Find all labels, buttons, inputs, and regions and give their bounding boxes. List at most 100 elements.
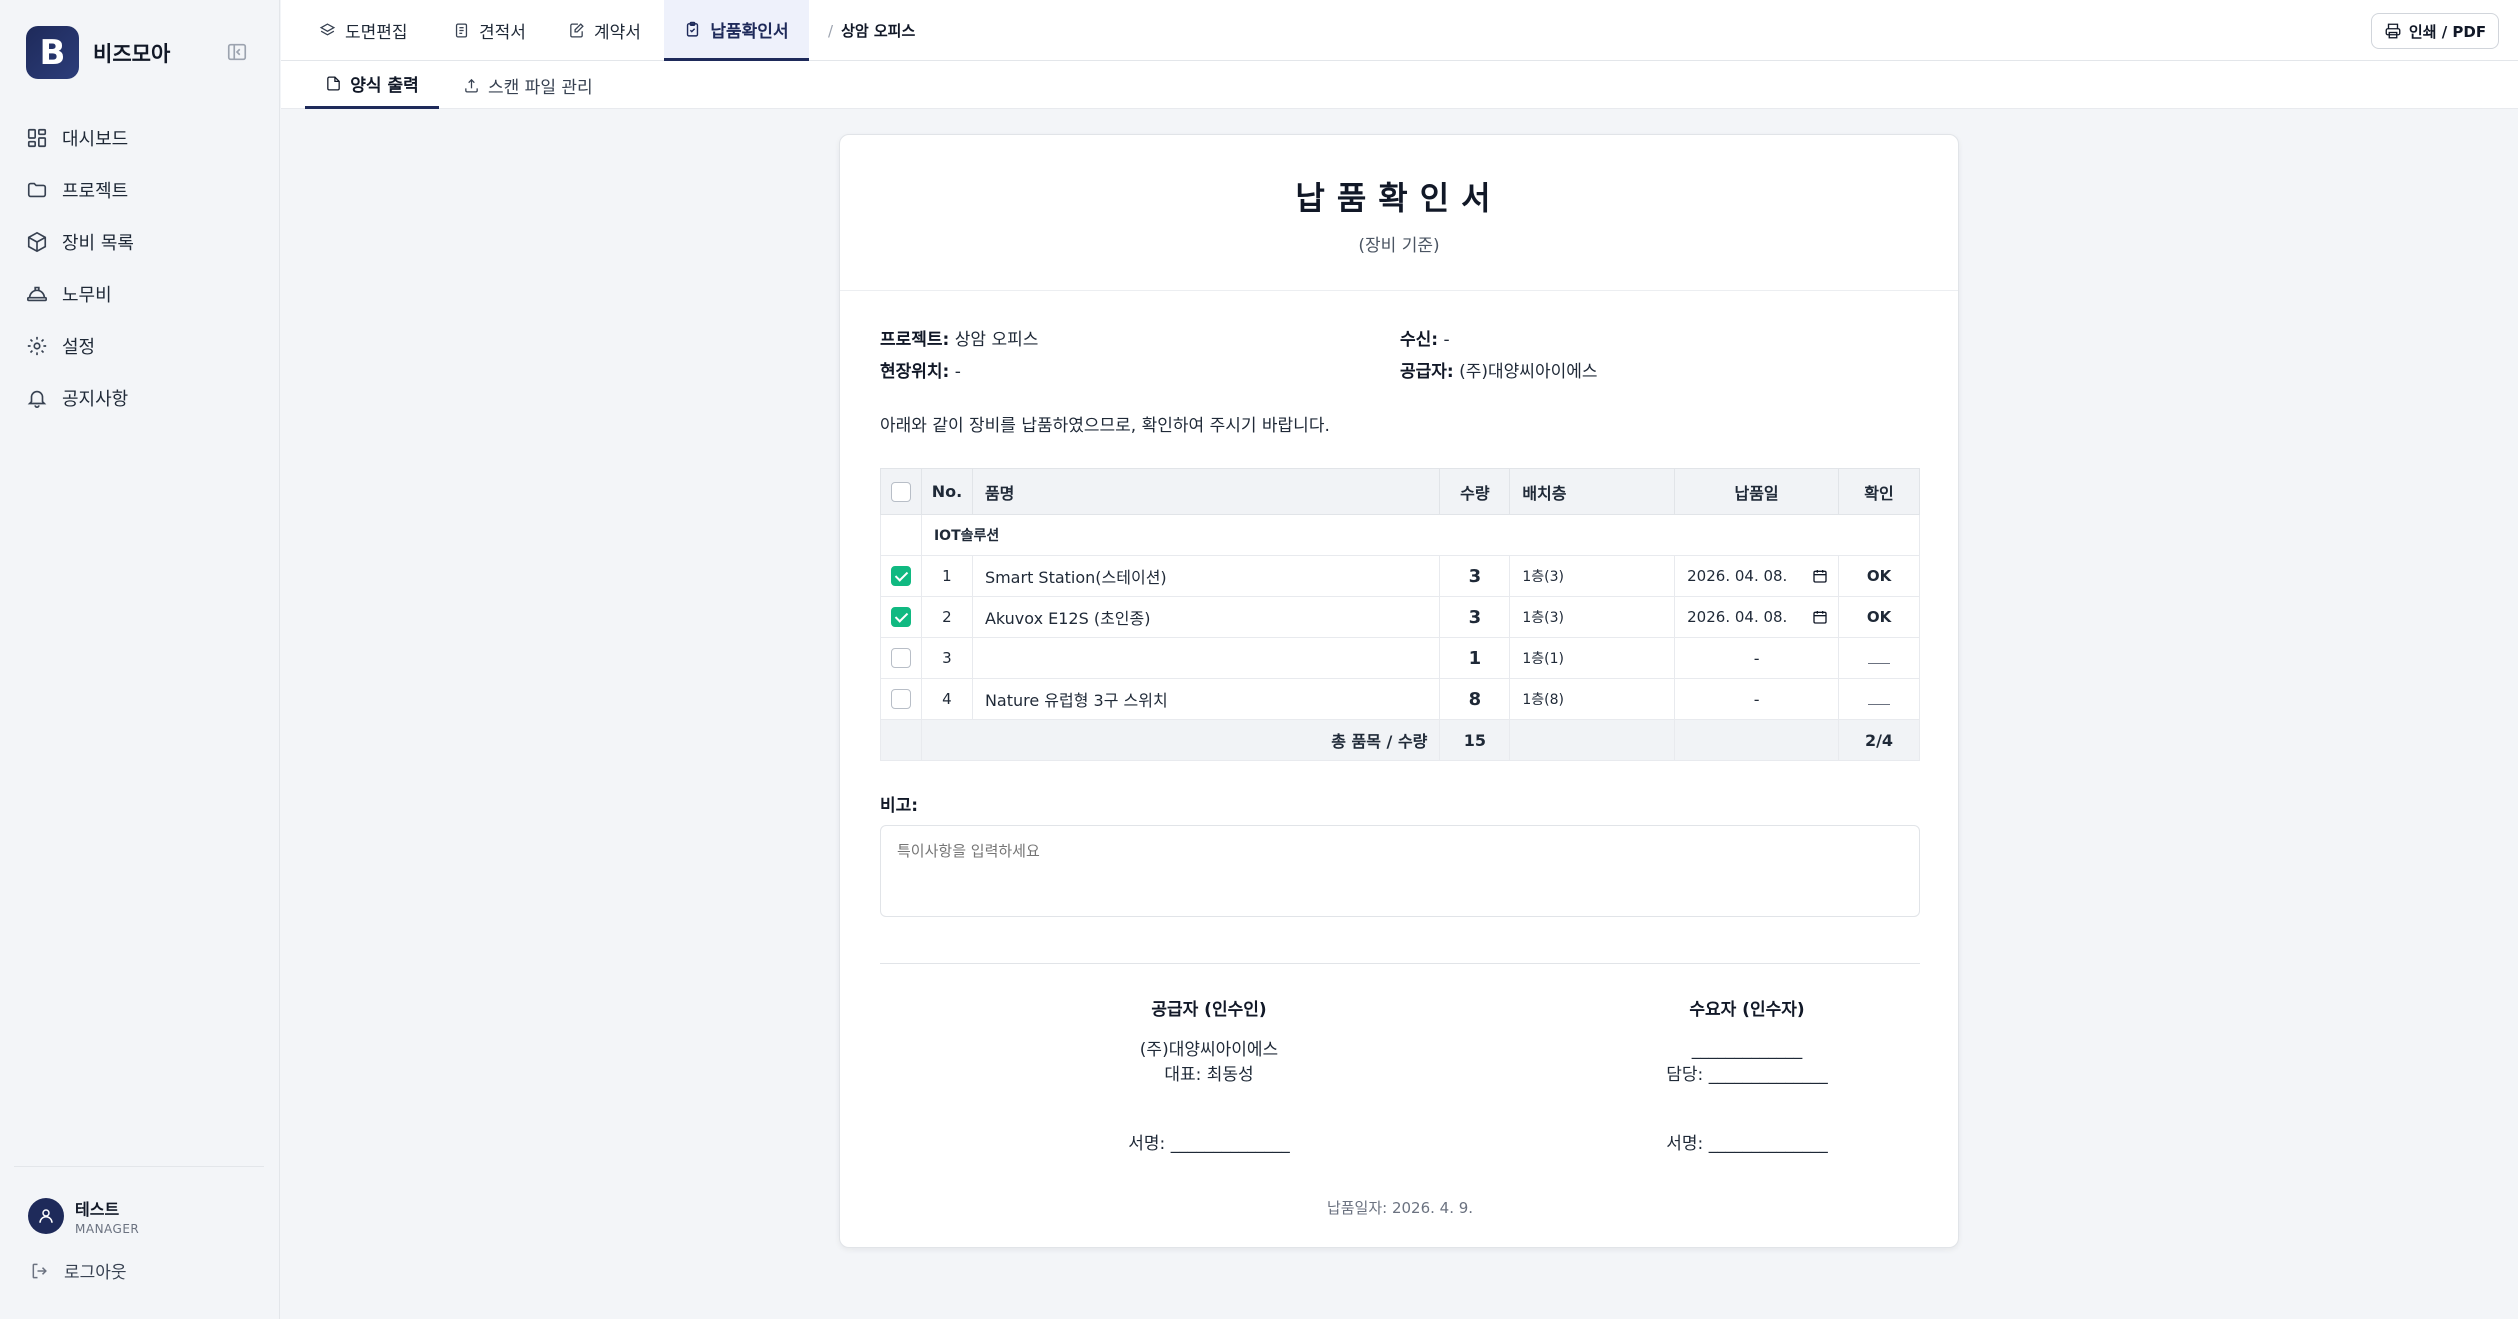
confirm-blank	[1868, 695, 1890, 705]
folder-icon	[27, 182, 47, 198]
sidebar-item-label: 공지사항	[62, 389, 129, 410]
row-name: Nature 유럽형 3구 스위치	[971, 678, 1441, 720]
buyer-rep: 담당: ______________	[1666, 1065, 1828, 1085]
brand[interactable]: B 비즈모아	[26, 26, 170, 79]
tab-label: 도면편집	[345, 23, 408, 43]
remark-label: 비고:	[880, 796, 919, 816]
row-no: 2	[920, 596, 973, 638]
bell-icon	[27, 390, 47, 408]
meta-supplier: 공급자: (주)대양씨아이에스	[1400, 361, 1598, 382]
row-confirm: OK	[1838, 555, 1920, 597]
sidebar-item-dashboard[interactable]: 대시보드	[26, 112, 266, 164]
divider	[880, 963, 1920, 964]
row-checkbox[interactable]	[890, 566, 911, 587]
group-row: IOT솔루션	[880, 514, 1921, 556]
sub-tab-bar: 양식 출력 스캔 파일 관리	[281, 61, 2518, 109]
meta-project: 프로젝트: 상암 오피스	[880, 329, 1039, 350]
table-row: 1 Smart Station(스테이션) 3 1층(3) 2026. 04. …	[880, 555, 1920, 597]
tab-contract[interactable]: 계약서	[568, 0, 641, 61]
print-pdf-button[interactable]: 인쇄 / PDF	[2371, 13, 2499, 49]
tab-delivery-confirmation[interactable]: 납품확인서	[664, 0, 809, 61]
table-row: 4 Nature 유럽형 3구 스위치 8 1층(8) -	[880, 678, 1920, 720]
user-text: 테스트 MANAGER	[75, 1196, 139, 1236]
supplier-signature-block: 공급자 (인수인) (주)대양씨아이에스 대표: 최동성 서명: _______…	[1009, 995, 1409, 1157]
remark-textarea[interactable]	[880, 825, 1920, 917]
buyer-signature-block: 수요자 (인수자) _____________ 담당: ____________…	[1547, 995, 1947, 1157]
sidebar-collapse-icon[interactable]	[226, 41, 248, 63]
calendar-icon[interactable]	[1812, 609, 1828, 625]
sidebar-item-settings[interactable]: 설정	[26, 320, 266, 372]
row-date-input[interactable]: 2026. 04. 08.	[1674, 596, 1840, 638]
sidebar-divider	[14, 1166, 264, 1167]
row-name: Akuvox E12S (초인종)	[971, 596, 1441, 638]
file-icon	[327, 76, 341, 91]
row-name: Smart Station(스테이션)	[971, 555, 1441, 597]
top-tab-bar: 도면편집 견적서 계약서 납품확인서 / 상암 오피스 인쇄 / PDF	[281, 0, 2518, 61]
tab-drawing-edit[interactable]: 도면편집	[319, 0, 408, 61]
box-icon	[27, 231, 47, 253]
header-confirm: 확인	[1838, 468, 1920, 515]
logout-button[interactable]: 로그아웃	[30, 1258, 127, 1283]
sidebar-item-label: 노무비	[62, 285, 112, 306]
row-floor: 1층(1)	[1509, 637, 1676, 679]
table-row: 3 1 1층(1) -	[880, 637, 1920, 679]
row-checkbox[interactable]	[890, 648, 911, 669]
tab-label: 계약서	[594, 23, 641, 43]
row-name	[971, 637, 1441, 679]
subtab-scan-files[interactable]: 스캔 파일 관리	[463, 61, 593, 109]
select-all-checkbox[interactable]	[890, 481, 911, 502]
total-confirm: 2/4	[1838, 719, 1920, 761]
gear-icon	[27, 336, 47, 356]
tab-label: 납품확인서	[710, 21, 789, 42]
printer-icon	[2385, 23, 2401, 39]
brand-name: 비즈모아	[93, 41, 171, 66]
tab-estimate[interactable]: 견적서	[453, 0, 526, 61]
intro-text: 아래와 같이 장비를 납품하였으므로, 확인하여 주시기 바랍니다.	[880, 416, 1330, 436]
header-floor: 배치층	[1509, 468, 1676, 515]
hardhat-icon	[27, 286, 47, 302]
sidebar-item-equipment[interactable]: 장비 목록	[26, 216, 266, 268]
table-row: 2 Akuvox E12S (초인종) 3 1층(3) 2026. 04. 08…	[880, 596, 1920, 638]
dashboard-icon	[27, 128, 47, 148]
row-no: 4	[920, 678, 973, 720]
upload-icon	[465, 78, 478, 93]
clipboard-check-icon	[687, 21, 699, 37]
subtab-label: 스캔 파일 관리	[488, 77, 593, 98]
calendar-icon[interactable]	[1812, 568, 1828, 584]
row-checkbox[interactable]	[890, 689, 911, 710]
layers-icon	[319, 23, 336, 36]
logout-icon	[32, 1263, 47, 1278]
total-label: 총 품목 / 수량	[920, 719, 1441, 761]
sidebar-item-label: 장비 목록	[62, 233, 134, 254]
row-checkbox[interactable]	[890, 607, 911, 628]
total-qty: 15	[1439, 719, 1511, 761]
row-qty: 3	[1439, 596, 1511, 638]
row-qty: 3	[1439, 555, 1511, 597]
row-no: 3	[920, 637, 973, 679]
tab-label: 견적서	[479, 23, 526, 43]
user-name: 테스트	[75, 1200, 120, 1219]
row-confirm	[1838, 637, 1920, 679]
sidebar-item-projects[interactable]: 프로젝트	[26, 164, 266, 216]
print-label: 인쇄 / PDF	[2408, 22, 2487, 41]
sidebar-item-notices[interactable]: 공지사항	[26, 372, 266, 424]
row-floor: 1층(8)	[1509, 678, 1676, 720]
document-header: 납품확인서 (장비 기준)	[840, 135, 1958, 291]
select-all-cell	[880, 468, 922, 515]
user-role: MANAGER	[75, 1222, 140, 1236]
total-row: 총 품목 / 수량 15 2/4	[880, 719, 1920, 761]
logo: B	[26, 26, 79, 79]
breadcrumb-project: 상암 오피스	[841, 22, 916, 40]
sidebar-item-labor[interactable]: 노무비	[26, 268, 266, 320]
confirm-blank	[1868, 654, 1890, 664]
row-confirm: OK	[1838, 596, 1920, 638]
group-label: IOT솔루션	[921, 514, 1921, 556]
document-subtitle: (장비 기준)	[1358, 236, 1440, 256]
table-header-row: No. 품명 수량 배치층 납품일 확인	[880, 468, 1920, 515]
sidebar: B 비즈모아 대시보드 프로젝트 장비 목록 노무비 설정 공지사항 테스트 M…	[0, 0, 280, 1319]
supplier-company: (주)대양씨아이에스	[1139, 1040, 1279, 1060]
user-profile[interactable]: 테스트 MANAGER	[28, 1196, 139, 1236]
subtab-form-output[interactable]: 양식 출력	[305, 61, 439, 109]
document-meta: 프로젝트: 상암 오피스 수신: - 현장위치: - 공급자: (주)대양씨아이…	[880, 321, 1920, 385]
row-date-input[interactable]: 2026. 04. 08.	[1674, 555, 1840, 597]
